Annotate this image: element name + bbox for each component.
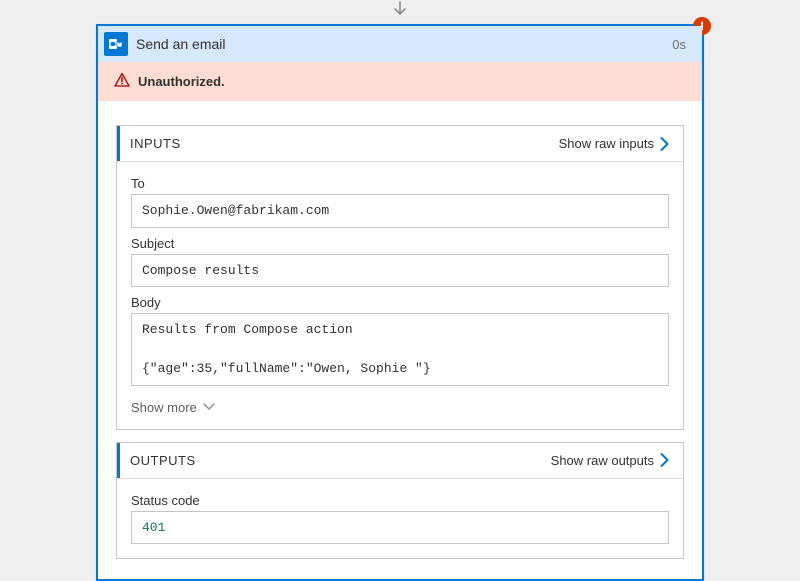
outputs-heading: OUTPUTS [130, 453, 551, 468]
raw-outputs-label: Show raw outputs [551, 453, 654, 468]
action-title: Send an email [136, 36, 672, 52]
show-more-label: Show more [131, 400, 197, 415]
chevron-right-icon [660, 137, 669, 151]
outlook-icon [104, 32, 128, 56]
inputs-body: To Sophie.Owen@fabrikam.com Subject Comp… [117, 161, 683, 429]
show-raw-outputs-link[interactable]: Show raw outputs [551, 453, 669, 468]
body-field: Body Results from Compose action {"age":… [131, 295, 669, 386]
inputs-section: INPUTS Show raw inputs To Sophie.Owen@fa… [116, 125, 684, 430]
error-message: Unauthorized. [138, 74, 225, 89]
outputs-section: OUTPUTS Show raw outputs Status code 401 [116, 442, 684, 560]
show-raw-inputs-link[interactable]: Show raw inputs [559, 136, 669, 151]
to-value[interactable]: Sophie.Owen@fabrikam.com [131, 194, 669, 228]
inputs-heading: INPUTS [130, 136, 559, 151]
status-code-field: Status code 401 [131, 493, 669, 545]
status-code-value[interactable]: 401 [131, 511, 669, 545]
body-label: Body [131, 295, 669, 310]
chevron-down-icon [203, 403, 215, 411]
flow-arrow-icon [388, 0, 412, 24]
chevron-right-icon [660, 453, 669, 467]
body-value[interactable]: Results from Compose action {"age":35,"f… [131, 313, 669, 386]
outputs-header: OUTPUTS Show raw outputs [117, 443, 683, 478]
show-more-link[interactable]: Show more [131, 400, 669, 415]
to-field: To Sophie.Owen@fabrikam.com [131, 176, 669, 228]
warning-icon [114, 72, 130, 91]
to-label: To [131, 176, 669, 191]
error-banner: Unauthorized. [98, 62, 702, 101]
inputs-header: INPUTS Show raw inputs [117, 126, 683, 161]
subject-label: Subject [131, 236, 669, 251]
subject-value[interactable]: Compose results [131, 254, 669, 288]
action-card: Send an email 0s Unauthorized. INPUTS Sh… [96, 24, 704, 581]
outputs-body: Status code 401 [117, 478, 683, 559]
action-header[interactable]: Send an email 0s [98, 26, 702, 62]
status-code-label: Status code [131, 493, 669, 508]
raw-inputs-label: Show raw inputs [559, 136, 654, 151]
subject-field: Subject Compose results [131, 236, 669, 288]
action-body: INPUTS Show raw inputs To Sophie.Owen@fa… [98, 101, 702, 579]
action-timing: 0s [672, 37, 686, 52]
